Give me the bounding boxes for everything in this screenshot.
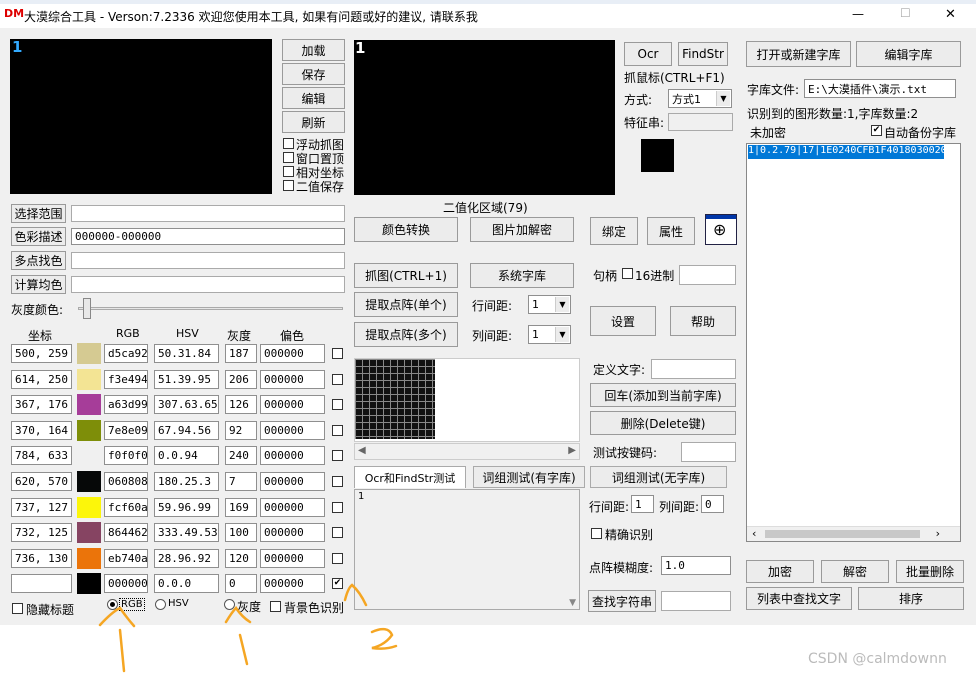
- arrow-2-left: [224, 606, 252, 624]
- arrow-2-shaft: [238, 633, 249, 666]
- handwritten-annotations: [98, 583, 398, 673]
- arrow-1-shaft: [118, 628, 126, 673]
- arrow-1-left: [98, 606, 136, 628]
- arrow-3-number: [370, 627, 398, 650]
- arrow-3-left: [343, 583, 368, 607]
- watermark: CSDN @calmdownn: [808, 651, 947, 667]
